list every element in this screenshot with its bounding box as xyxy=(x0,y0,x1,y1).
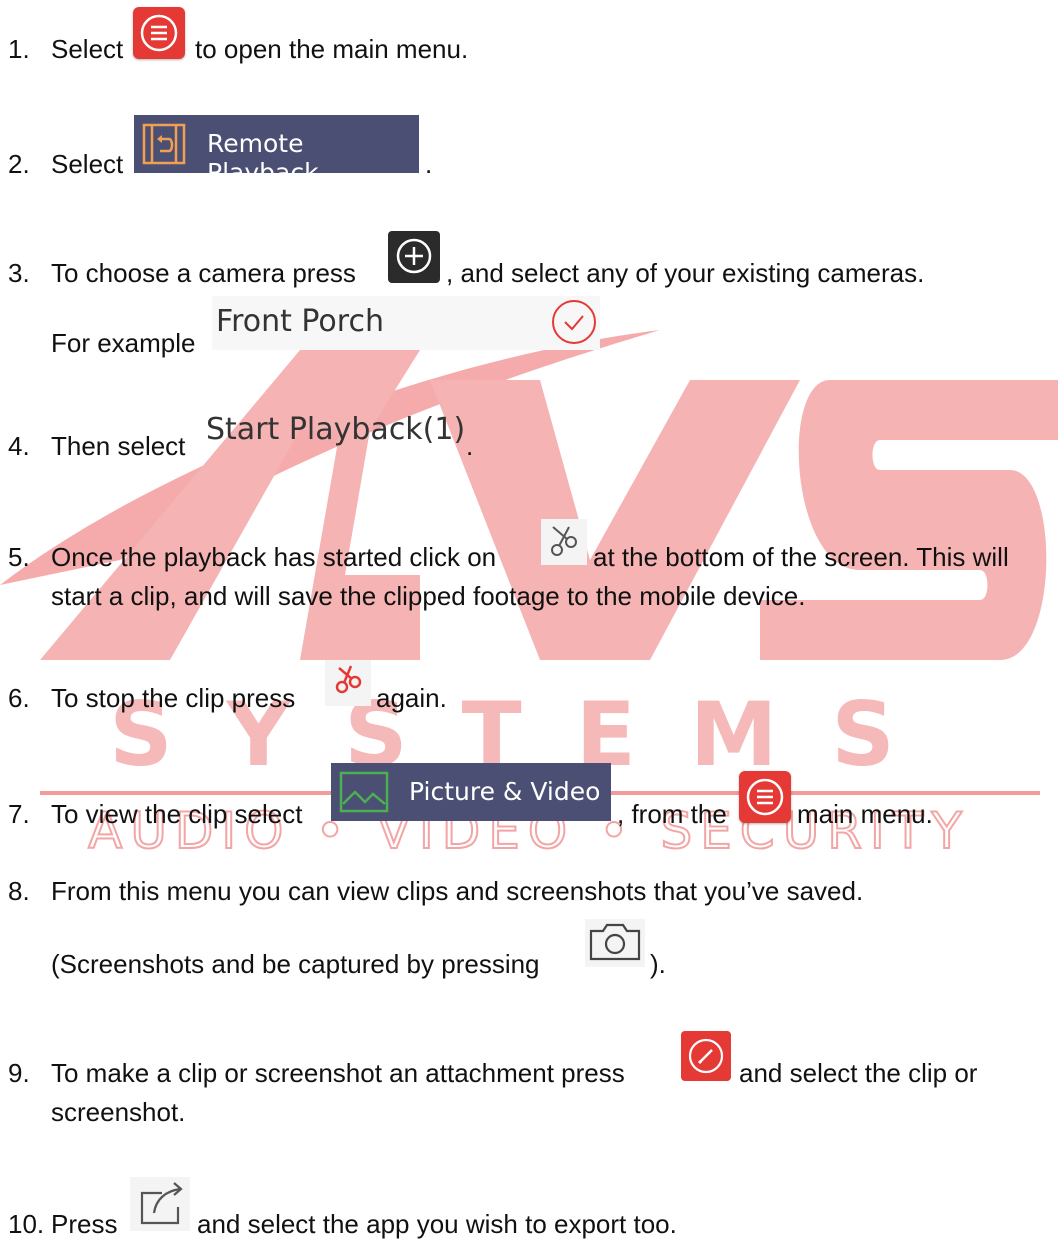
step-9-number: 9. xyxy=(8,1058,30,1088)
step-5-text: Once the playback has started click on xyxy=(51,542,497,572)
picture-icon xyxy=(339,770,389,821)
camera-icon xyxy=(585,919,645,967)
step-6-number: 6. xyxy=(8,683,30,713)
picture-video-label: Picture & Video xyxy=(409,777,601,806)
step-8-line2-end: ). xyxy=(650,949,666,979)
step-8-text: From this menu you can view clips and sc… xyxy=(51,876,864,906)
add-camera-icon xyxy=(388,231,440,283)
step-3-text-end: , and select any of your existing camera… xyxy=(446,258,925,288)
step-8-line2: (Screenshots and be captured by pressing xyxy=(51,949,540,979)
start-playback-button: Start Playback(1) xyxy=(206,412,466,447)
step-9-line2: screenshot. xyxy=(51,1097,186,1127)
menu-icon xyxy=(133,7,185,59)
step-10-text: Press xyxy=(51,1209,118,1239)
picture-video-button: Picture & Video xyxy=(331,763,611,821)
share-icon xyxy=(130,1177,190,1231)
step-7-text: To view the clip select xyxy=(51,799,303,829)
step-2-text-end: . xyxy=(425,149,433,179)
step-5-number: 5. xyxy=(8,542,30,572)
remote-playback-label: Remote Playback xyxy=(207,129,319,187)
step-3-example-label: For example xyxy=(51,328,196,358)
step-8-number: 8. xyxy=(8,876,30,906)
edit-icon xyxy=(681,1031,731,1081)
step-1-text: Select xyxy=(51,34,124,64)
step-9-text-end: and select the clip or xyxy=(739,1058,978,1088)
step-5-line2: start a clip, and will save the clipped … xyxy=(51,581,806,611)
step-1-number: 1. xyxy=(8,34,30,64)
step-4-number: 4. xyxy=(8,431,30,461)
step-2-text: Select xyxy=(51,149,124,179)
step-3-number: 3. xyxy=(8,258,30,288)
menu-icon xyxy=(739,771,791,823)
step-1-text-end: to open the main menu. xyxy=(195,34,469,64)
step-2-number: 2. xyxy=(8,149,30,179)
step-5-text-end: at the bottom of the screen. This will xyxy=(593,542,1009,572)
camera-list-item: Front Porch xyxy=(212,296,600,350)
remote-playback-button: Remote Playback xyxy=(134,115,419,187)
avs-watermark: SYSTEMS AUDIO • VIDEO • SECURITY xyxy=(0,330,1058,861)
step-10-number: 10. xyxy=(8,1209,45,1239)
playback-film-icon xyxy=(140,121,188,174)
scissors-icon xyxy=(541,519,587,565)
scissors-active-icon xyxy=(325,660,371,706)
step-4-text: Then select xyxy=(51,431,186,461)
check-circle-icon xyxy=(550,298,598,351)
step-6-text-end: again. xyxy=(376,683,447,713)
step-3-text: To choose a camera press xyxy=(51,258,356,288)
step-6-text: To stop the clip press xyxy=(51,683,296,713)
camera-name: Front Porch xyxy=(216,304,384,339)
step-7-number: 7. xyxy=(8,799,30,829)
step-7-text-mid: , from the xyxy=(617,799,727,829)
step-4-text-end: . xyxy=(466,431,474,461)
step-9-text: To make a clip or screenshot an attachme… xyxy=(51,1058,625,1088)
step-10-text-end: and select the app you wish to export to… xyxy=(197,1209,677,1239)
step-7-text-end: main menu. xyxy=(797,799,933,829)
